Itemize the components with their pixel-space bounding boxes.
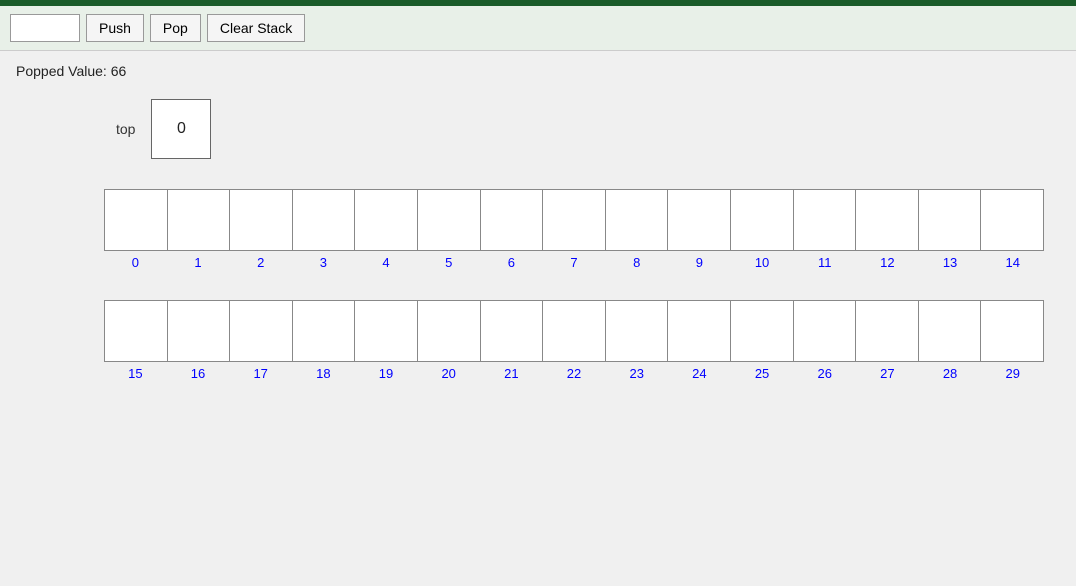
index-label: 17: [229, 366, 292, 381]
array-cell: [105, 301, 168, 361]
array-section-1: 01234567891011121314: [16, 189, 1060, 270]
index-label: 0: [104, 255, 167, 270]
index-label: 3: [292, 255, 355, 270]
top-value: 0: [177, 120, 186, 138]
array-cell: [230, 301, 293, 361]
array-cell: [105, 190, 168, 250]
index-label: 21: [480, 366, 543, 381]
array-cell: [794, 190, 857, 250]
array-cell: [481, 190, 544, 250]
array-row-1: [104, 189, 1044, 251]
index-label: 7: [543, 255, 606, 270]
index-label: 28: [919, 366, 982, 381]
array-cell: [856, 301, 919, 361]
index-label: 19: [355, 366, 418, 381]
array-row-2: [104, 300, 1044, 362]
index-label: 10: [731, 255, 794, 270]
array-cell: [418, 301, 481, 361]
array-cell: [355, 190, 418, 250]
array-cell: [606, 301, 669, 361]
top-box: 0: [151, 99, 211, 159]
index-label: 5: [417, 255, 480, 270]
index-label: 13: [919, 255, 982, 270]
array-cell: [481, 301, 544, 361]
array-cell: [293, 301, 356, 361]
array-cell: [668, 190, 731, 250]
array-cell: [731, 190, 794, 250]
array-cell: [856, 190, 919, 250]
index-label: 25: [731, 366, 794, 381]
array-section-2: 151617181920212223242526272829: [16, 300, 1060, 381]
popped-value: Popped Value: 66: [16, 63, 1060, 79]
index-row-1: 01234567891011121314: [104, 255, 1044, 270]
index-label: 14: [981, 255, 1044, 270]
index-label: 24: [668, 366, 731, 381]
top-element-area: top 0: [116, 99, 1060, 159]
array-cell: [919, 301, 982, 361]
array-cell: [355, 301, 418, 361]
clear-stack-button[interactable]: Clear Stack: [207, 14, 305, 42]
main-content: Popped Value: 66 top 0 01234567891011121…: [0, 51, 1076, 586]
index-label: 4: [355, 255, 418, 270]
array-cell: [293, 190, 356, 250]
array-cell: [794, 301, 857, 361]
push-button[interactable]: Push: [86, 14, 144, 42]
index-label: 16: [167, 366, 230, 381]
index-row-2: 151617181920212223242526272829: [104, 366, 1044, 381]
array-cell: [919, 190, 982, 250]
array-cell: [543, 301, 606, 361]
push-input[interactable]: [10, 14, 80, 42]
index-label: 26: [793, 366, 856, 381]
index-label: 8: [605, 255, 668, 270]
index-label: 23: [605, 366, 668, 381]
toolbar: Push Pop Clear Stack: [0, 6, 1076, 51]
array-cell: [418, 190, 481, 250]
index-label: 15: [104, 366, 167, 381]
array-cell: [168, 190, 231, 250]
index-label: 6: [480, 255, 543, 270]
index-label: 12: [856, 255, 919, 270]
array-cell: [668, 301, 731, 361]
index-label: 22: [543, 366, 606, 381]
index-label: 27: [856, 366, 919, 381]
array-cell: [981, 301, 1043, 361]
array-cell: [606, 190, 669, 250]
index-label: 1: [167, 255, 230, 270]
array-cell: [230, 190, 293, 250]
index-label: 11: [793, 255, 856, 270]
index-label: 29: [981, 366, 1044, 381]
index-label: 20: [417, 366, 480, 381]
array-cell: [168, 301, 231, 361]
pop-button[interactable]: Pop: [150, 14, 201, 42]
index-label: 18: [292, 366, 355, 381]
array-cell: [981, 190, 1043, 250]
array-cell: [731, 301, 794, 361]
array-cell: [543, 190, 606, 250]
index-label: 9: [668, 255, 731, 270]
index-label: 2: [229, 255, 292, 270]
top-label: top: [116, 121, 135, 137]
